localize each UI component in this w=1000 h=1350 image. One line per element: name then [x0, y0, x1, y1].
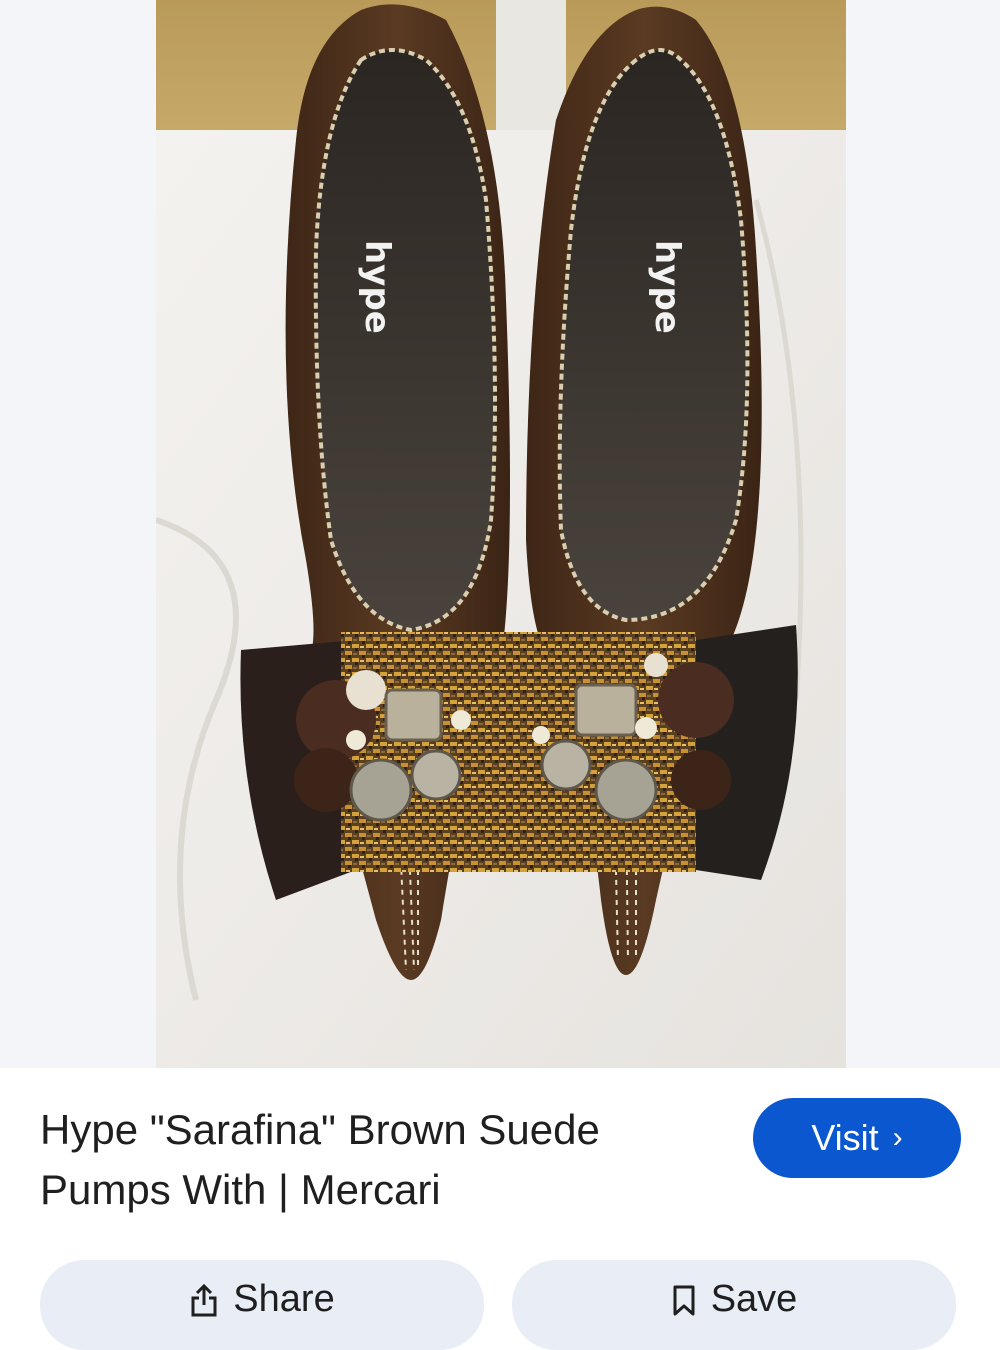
- save-button[interactable]: Save: [512, 1260, 956, 1350]
- chevron-right-icon: ›: [892, 1121, 903, 1154]
- share-button[interactable]: Share: [40, 1260, 484, 1350]
- image-viewer: hype hype: [0, 0, 1000, 1068]
- product-photo[interactable]: hype hype: [156, 0, 846, 1068]
- svg-text:hype: hype: [647, 240, 687, 334]
- visit-button[interactable]: Visit ›: [753, 1098, 961, 1178]
- bookmark-icon: [673, 1285, 695, 1316]
- result-details: Hype "Sarafina" Brown Suede Pumps With |…: [0, 1068, 1000, 1238]
- share-button-label: Share: [233, 1278, 335, 1320]
- share-icon: [191, 1284, 217, 1317]
- shoes-image: hype hype: [156, 0, 846, 1068]
- svg-text:hype: hype: [357, 240, 397, 334]
- action-bar: Share Save: [0, 1238, 1000, 1350]
- save-button-label: Save: [710, 1278, 798, 1320]
- product-title[interactable]: Hype "Sarafina" Brown Suede Pumps With |…: [40, 1100, 720, 1220]
- visit-button-label: Visit: [811, 1117, 879, 1158]
